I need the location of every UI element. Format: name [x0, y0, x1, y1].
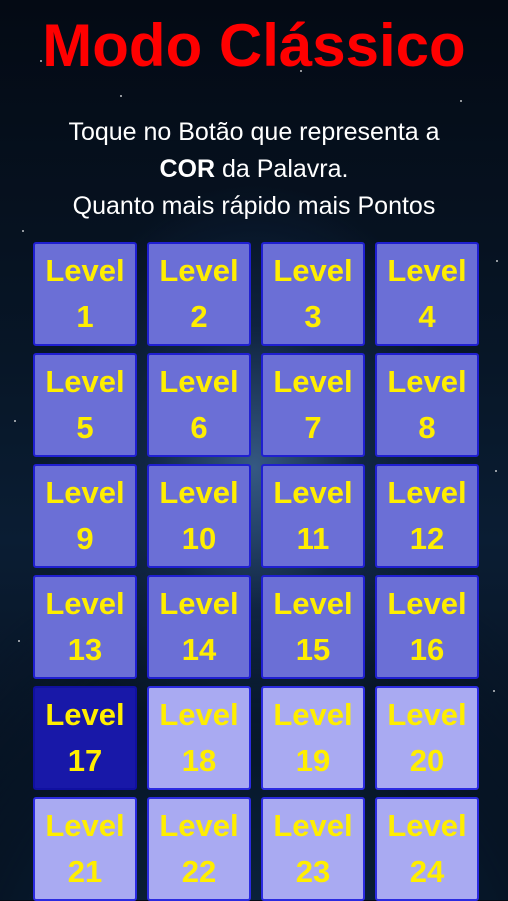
instructions-line-2: COR da Palavra.: [0, 151, 508, 188]
level-label: Level: [387, 697, 467, 732]
level-label: Level: [45, 364, 125, 399]
level-button-12[interactable]: Level 12: [375, 464, 479, 568]
level-number: 15: [295, 632, 331, 667]
instructions-line-1: Toque no Botão que representa a: [68, 118, 440, 146]
level-number: 5: [76, 410, 94, 445]
level-label: Level: [387, 253, 467, 288]
instructions-color-word: COR: [159, 155, 216, 183]
level-number: 12: [409, 521, 445, 556]
level-label: Level: [387, 364, 467, 399]
level-button-14[interactable]: Level 14: [147, 575, 251, 679]
level-button-6[interactable]: Level 6: [147, 353, 251, 457]
level-button-16[interactable]: Level 16: [375, 575, 479, 679]
level-button-17[interactable]: Level 17: [33, 686, 137, 790]
level-label: Level: [273, 586, 353, 621]
level-button-24[interactable]: Level 24: [375, 797, 479, 901]
level-button-7[interactable]: Level 7: [261, 353, 365, 457]
page-title: Modo Clássico: [42, 12, 466, 79]
level-button-23[interactable]: Level 23: [261, 797, 365, 901]
level-label: Level: [387, 808, 467, 843]
level-label: Level: [159, 253, 239, 288]
level-number: 22: [181, 854, 217, 889]
level-label: Level: [273, 697, 353, 732]
level-button-11[interactable]: Level 11: [261, 464, 365, 568]
level-number: 7: [304, 410, 322, 445]
level-label: Level: [159, 475, 239, 510]
level-number: 17: [67, 743, 103, 778]
level-button-9[interactable]: Level 9: [33, 464, 137, 568]
level-button-8[interactable]: Level 8: [375, 353, 479, 457]
level-button-3[interactable]: Level 3: [261, 242, 365, 346]
level-button-4[interactable]: Level 4: [375, 242, 479, 346]
level-number: 2: [190, 299, 208, 334]
level-number: 1: [76, 299, 94, 334]
level-button-15[interactable]: Level 15: [261, 575, 365, 679]
level-number: 10: [181, 521, 217, 556]
level-label: Level: [159, 364, 239, 399]
level-label: Level: [273, 364, 353, 399]
level-number: 16: [409, 632, 445, 667]
level-number: 19: [295, 743, 331, 778]
level-button-20[interactable]: Level 20: [375, 686, 479, 790]
level-number: 11: [296, 521, 330, 556]
level-label: Level: [273, 808, 353, 843]
level-number: 9: [76, 521, 94, 556]
level-label: Level: [159, 808, 239, 843]
level-label: Level: [45, 475, 125, 510]
level-label: Level: [159, 697, 239, 732]
level-number: 20: [409, 743, 445, 778]
level-button-22[interactable]: Level 22: [147, 797, 251, 901]
level-label: Level: [45, 253, 125, 288]
level-button-13[interactable]: Level 13: [33, 575, 137, 679]
level-button-5[interactable]: Level 5: [33, 353, 137, 457]
level-number: 23: [295, 854, 331, 889]
level-label: Level: [273, 475, 353, 510]
level-label: Level: [45, 697, 125, 732]
level-label: Level: [45, 586, 125, 621]
level-button-21[interactable]: Level 21: [33, 797, 137, 901]
instructions-line-3: Quanto mais rápido mais Pontos: [72, 192, 436, 220]
level-button-19[interactable]: Level 19: [261, 686, 365, 790]
level-number: 24: [409, 854, 445, 889]
level-number: 21: [67, 854, 103, 889]
level-number: 13: [67, 632, 103, 667]
instructions-line-2-rest: da Palavra.: [215, 155, 349, 183]
level-number: 6: [190, 410, 208, 445]
level-number: 4: [418, 299, 436, 334]
level-number: 3: [304, 299, 322, 334]
level-label: Level: [387, 586, 467, 621]
level-number: 18: [181, 743, 217, 778]
level-button-10[interactable]: Level 10: [147, 464, 251, 568]
level-button-1[interactable]: Level 1: [33, 242, 137, 346]
level-number: 14: [181, 632, 217, 667]
level-button-18[interactable]: Level 18: [147, 686, 251, 790]
level-grid: Level 1 Level 2 Level 3 Level 4 Level 5 Level 6 Leve…: [33, 242, 481, 901]
level-number: 8: [418, 410, 436, 445]
level-label: Level: [387, 475, 467, 510]
level-label: Level: [273, 253, 353, 288]
level-button-2[interactable]: Level 2: [147, 242, 251, 346]
instructions-text: Toque no Botão que representa a COR da P…: [0, 114, 508, 225]
level-label: Level: [45, 808, 125, 843]
level-label: Level: [159, 586, 239, 621]
